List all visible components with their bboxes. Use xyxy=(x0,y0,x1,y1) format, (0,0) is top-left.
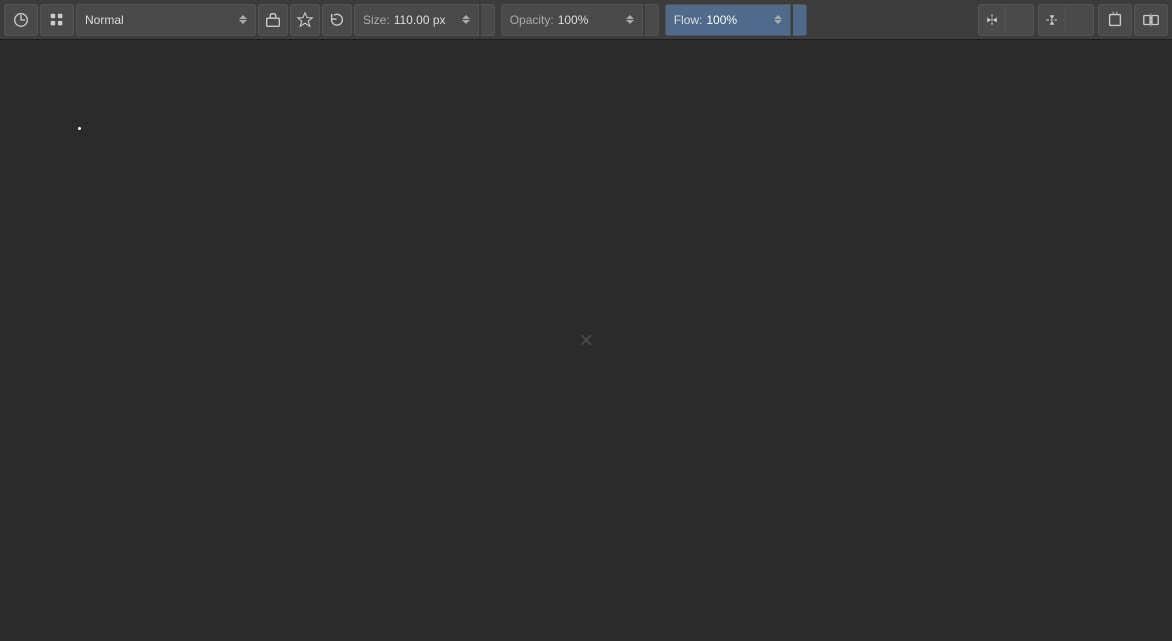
center-marker: ✕ xyxy=(578,330,593,351)
symmetry-v-dropdown[interactable] xyxy=(1066,4,1094,36)
symmetry-h-button[interactable] xyxy=(978,4,1006,36)
size-down-arrow[interactable] xyxy=(462,20,470,24)
symmetry-h-button-group xyxy=(978,4,1034,36)
opacity-label: Opacity: xyxy=(510,13,554,27)
blend-mode-value: Normal xyxy=(85,13,124,27)
opacity-up-arrow[interactable] xyxy=(626,15,634,19)
canvas-area[interactable]: ✕ xyxy=(0,40,1172,641)
symmetry-h-dropdown[interactable] xyxy=(1006,4,1034,36)
canvas-rotate-button[interactable] xyxy=(1098,4,1132,36)
reset-button[interactable] xyxy=(322,4,352,36)
flow-label: Flow: xyxy=(674,13,703,27)
flow-value[interactable]: 100% xyxy=(706,13,766,27)
blend-mode-spinners[interactable] xyxy=(239,15,247,24)
symmetry-v-button[interactable] xyxy=(1038,4,1066,36)
opacity-value[interactable]: 100% xyxy=(558,13,618,27)
size-spinners[interactable] xyxy=(462,15,470,24)
canvas-mirror-button[interactable] xyxy=(1134,4,1168,36)
opacity-down-arrow[interactable] xyxy=(626,20,634,24)
flow-spinners[interactable] xyxy=(774,15,782,24)
flow-dropdown-button[interactable] xyxy=(793,4,807,36)
cursor-dot xyxy=(78,127,81,130)
erase-button[interactable] xyxy=(258,4,288,36)
size-value[interactable]: 110.00 px xyxy=(394,13,454,27)
blend-mode-up[interactable] xyxy=(239,15,247,19)
opacity-spinners[interactable] xyxy=(626,15,634,24)
toolbar: Normal Size: 110.00 px xyxy=(0,0,1172,40)
flow-field-group: Flow: 100% xyxy=(665,4,792,36)
size-label: Size: xyxy=(363,13,390,27)
brush-preset-button[interactable] xyxy=(4,4,38,36)
flow-up-arrow[interactable] xyxy=(774,15,782,19)
size-up-arrow[interactable] xyxy=(462,15,470,19)
blend-mode-dropdown[interactable]: Normal xyxy=(76,4,256,36)
opacity-dropdown-button[interactable] xyxy=(645,4,659,36)
size-dropdown-button[interactable] xyxy=(481,4,495,36)
symmetry-v-button-group xyxy=(1038,4,1094,36)
blend-mode-down[interactable] xyxy=(239,20,247,24)
filter-button[interactable] xyxy=(290,4,320,36)
size-field-group: Size: 110.00 px xyxy=(354,4,479,36)
opacity-field-group: Opacity: 100% xyxy=(501,4,643,36)
flow-down-arrow[interactable] xyxy=(774,20,782,24)
brush-presets-grid-button[interactable] xyxy=(40,4,74,36)
